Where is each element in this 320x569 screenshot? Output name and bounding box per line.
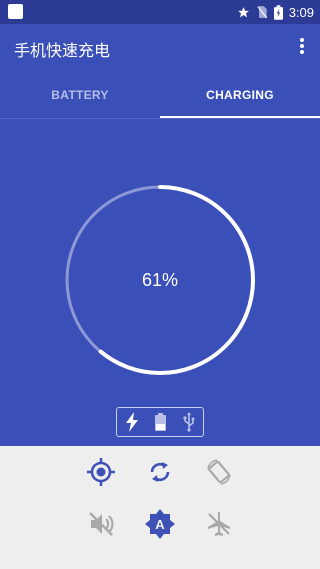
auto-brightness-icon[interactable]: A <box>140 504 180 544</box>
notification-square-icon <box>8 4 23 19</box>
svg-text:A: A <box>155 517 165 532</box>
tab-battery[interactable]: BATTERY <box>0 72 160 118</box>
more-vert-icon[interactable] <box>298 38 306 58</box>
battery-icon[interactable] <box>155 413 167 431</box>
location-icon[interactable] <box>81 452 121 492</box>
sync-icon[interactable] <box>140 452 180 492</box>
airplane-mode-icon[interactable] <box>199 504 239 544</box>
status-icons: 3:09 <box>237 3 314 21</box>
battery-charging-icon <box>273 4 283 20</box>
no-sim-icon <box>257 6 267 19</box>
charging-panel: 61% <box>0 119 320 446</box>
usb-icon[interactable] <box>183 412 195 432</box>
auto-rotate-icon[interactable] <box>199 452 239 492</box>
mute-icon[interactable] <box>81 504 121 544</box>
bolt-icon[interactable] <box>125 412 139 432</box>
tab-charging[interactable]: CHARGING <box>160 72 320 118</box>
star-icon <box>237 6 249 17</box>
battery-percent: 61% <box>141 270 179 290</box>
status-time: 3:09 <box>288 4 314 20</box>
app-title: 手机快速充电 <box>14 41 111 60</box>
charge-mode-box <box>116 407 204 437</box>
app-bar: 手机快速充电 <box>0 24 320 72</box>
status-bar: 3:09 <box>0 0 320 24</box>
tab-bar: BATTERY CHARGING <box>0 72 320 118</box>
quick-settings-panel: A <box>0 446 320 569</box>
